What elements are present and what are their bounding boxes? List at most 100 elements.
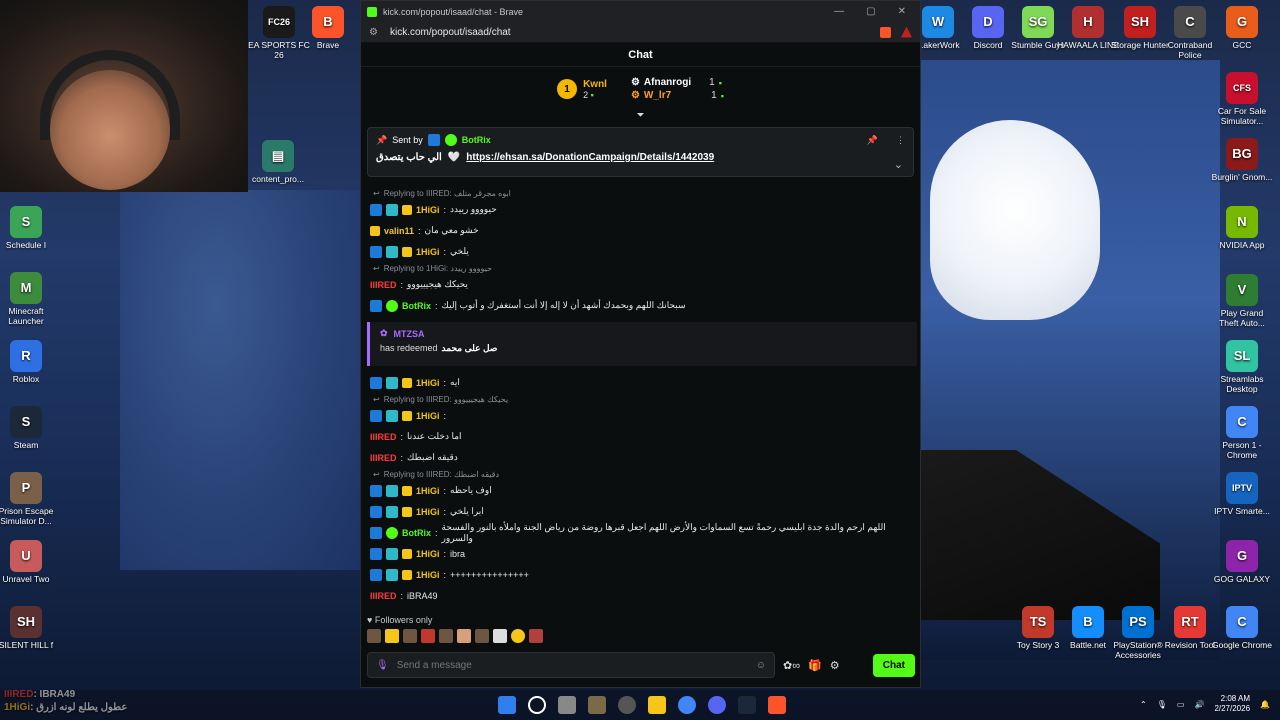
desktop-icon[interactable]: U Unravel Two [0, 540, 58, 584]
chat-message[interactable]: BotRix: اللهم ارحم والدة جدة ابليسي رحمةً… [367, 522, 917, 543]
chat-message[interactable]: IIIRED: iBRA49 [367, 585, 917, 606]
desktop-icon[interactable]: S Schedule I [0, 206, 58, 250]
gear-icon[interactable]: ⚙ [830, 659, 840, 672]
desktop-icon[interactable]: P Prison Escape Simulator D... [0, 472, 58, 526]
chat-username[interactable]: 1HiGi [416, 247, 440, 257]
brave-rewards-icon[interactable] [901, 26, 912, 38]
chat-message[interactable]: 1HiGi:عطول يطلع لونه ازرق [367, 606, 917, 609]
emote-icon[interactable] [403, 629, 417, 643]
brave-shields-icon[interactable] [880, 26, 891, 38]
chat-username[interactable]: 1HiGi [416, 411, 440, 421]
leaderboard-top[interactable]: 1 Kwnl 2 ▪ [557, 79, 607, 100]
chat-message[interactable]: 1HiGi: اوف ياحظه [367, 480, 917, 501]
chevron-up-icon[interactable]: ⌃ [1140, 700, 1147, 709]
desktop-icon[interactable]: S Steam [0, 406, 58, 450]
desktop-icon[interactable]: B Brave [296, 6, 360, 50]
emote-icon[interactable] [511, 629, 525, 643]
emote-icon[interactable] [439, 629, 453, 643]
network-icon[interactable]: ▭ [1177, 700, 1185, 709]
chat-username[interactable]: IIIRED [370, 453, 397, 463]
chat-message[interactable]: 1HiGi: ايه [367, 372, 917, 393]
pinned-username[interactable]: BotRix [462, 135, 491, 145]
desktop-icon[interactable]: C Google Chrome [1210, 606, 1274, 650]
chat-message[interactable]: 1HiGi: يلخي [367, 241, 917, 262]
steam-icon[interactable] [738, 696, 756, 714]
chat-message[interactable]: 1HiGi: حيوووو رييدد [367, 199, 917, 220]
minimize-icon[interactable]: — [834, 6, 844, 17]
expand-leaderboard-icon[interactable]: ⏷ [361, 111, 920, 121]
chat-messages[interactable]: ↩ Replying to IIIRED: ابوه مجرقر متلف 1HiG… [367, 187, 917, 609]
maximize-icon[interactable]: ▢ [866, 6, 875, 17]
reply-context[interactable]: ↩ Replying to IIIRED: يحيكك هيجيييووو [367, 393, 917, 405]
store-icon[interactable] [588, 696, 606, 714]
clock[interactable]: 2:08 AM 2/27/2026 [1214, 694, 1250, 714]
address-bar[interactable]: ⚙ kick.com/popout/isaad/chat [361, 22, 920, 43]
chrome-icon[interactable] [678, 696, 696, 714]
desktop-icon[interactable]: R Roblox [0, 340, 58, 384]
desktop-icon-content-pro[interactable]: ▤ content_pro... [246, 140, 310, 184]
more-options-icon[interactable]: ⋮ [896, 135, 905, 146]
chat-message[interactable]: 1HiGi: [367, 405, 917, 426]
chat-message[interactable]: valin11: خشو معي مان [367, 220, 917, 241]
chat-message[interactable]: IIIRED: يحيكك هيجيييووو [367, 274, 917, 295]
chat-username[interactable]: 1HiGi [416, 486, 440, 496]
chat-message[interactable]: 1HiGi: ibra [367, 543, 917, 564]
desktop-icon[interactable]: N NVIDIA App [1210, 206, 1274, 250]
close-icon[interactable]: ✕ [898, 6, 906, 17]
desktop-icon[interactable]: G GOG GALAXY [1210, 540, 1274, 584]
desktop-icon[interactable]: BG Burglin' Gnom... [1210, 138, 1274, 182]
notification-bell-icon[interactable]: 🔔 [1260, 700, 1270, 709]
chat-message[interactable]: IIIRED: اما دخلت عندنا [367, 426, 917, 447]
chat-username[interactable]: 1HiGi [416, 570, 440, 580]
reply-context[interactable]: ↩ Replying to IIIRED: دقيقه اضبطك [367, 468, 917, 480]
desktop-icon[interactable]: SH SILENT HILL f [0, 606, 58, 650]
leaderboard-others[interactable]: ⚙ Afnanrogi 1 ▪ ⚙ W_lr7 1 ▪ [631, 77, 724, 101]
emote-icon[interactable] [493, 629, 507, 643]
chat-username[interactable]: 1HiGi [416, 378, 440, 388]
redeem-username[interactable]: MTZSA [394, 329, 425, 339]
start-menu-icon[interactable] [498, 696, 516, 714]
emote-icon[interactable] [475, 629, 489, 643]
reply-context[interactable]: ↩ Replying to 1HiGi: حيوووو رييدد [367, 262, 917, 274]
chat-username[interactable]: BotRix [402, 301, 431, 311]
chat-username[interactable]: BotRix [402, 528, 431, 538]
emote-icon[interactable] [457, 629, 471, 643]
chevron-down-icon[interactable]: ⌄ [894, 158, 903, 171]
brave-icon[interactable] [768, 696, 786, 714]
emote-icon[interactable] [385, 629, 399, 643]
chat-message[interactable]: 1HiGi: ابرا يلخي [367, 501, 917, 522]
emote-icon[interactable] [421, 629, 435, 643]
chat-username[interactable]: IIIRED [370, 591, 397, 601]
pinned-link[interactable]: https://ehsan.sa/DonationCampaign/Detail… [466, 152, 714, 163]
desktop-icon[interactable]: SL Streamlabs Desktop [1210, 340, 1274, 394]
chat-username[interactable]: 1HiGi [416, 549, 440, 559]
message-input-box[interactable]: 🎙 ☺ [367, 652, 775, 678]
desktop-icon[interactable]: V Play Grand Theft Auto... [1210, 274, 1274, 328]
microphone-icon[interactable]: 🎙 [376, 660, 389, 671]
gift-icon[interactable]: 🎁 [808, 659, 822, 672]
desktop-icon[interactable]: C Person 1 - Chrome [1210, 406, 1274, 460]
task-view-icon[interactable] [558, 696, 576, 714]
discord-icon[interactable] [708, 696, 726, 714]
file-explorer-icon[interactable] [648, 696, 666, 714]
reply-context[interactable]: ↩ Replying to IIIRED: ابوه مجرقر متلف [367, 187, 917, 199]
volume-icon[interactable]: 🔊 [1194, 700, 1204, 709]
chat-username[interactable]: 1HiGi [416, 507, 440, 517]
search-icon[interactable] [528, 696, 546, 714]
app-icon[interactable] [618, 696, 636, 714]
channel-points-icon[interactable]: ✿∞ [783, 659, 800, 672]
send-chat-button[interactable]: Chat [872, 653, 915, 677]
emote-icon[interactable] [529, 629, 543, 643]
desktop-icon[interactable]: CFS Car For Sale Simulator... [1210, 72, 1274, 126]
unpin-icon[interactable]: 📌 [867, 135, 878, 146]
desktop-icon[interactable]: IPTV IPTV Smarte... [1210, 472, 1274, 516]
chat-username[interactable]: IIIRED [370, 280, 397, 290]
chat-message[interactable]: 1HiGi: +++++++++++++++ [367, 564, 917, 585]
chat-username[interactable]: 1HiGi [416, 205, 440, 215]
microphone-tray-icon[interactable]: 🎙 [1157, 700, 1167, 709]
desktop-icon[interactable]: M Minecraft Launcher [0, 272, 58, 326]
message-input[interactable] [396, 659, 748, 671]
chat-message[interactable]: IIIRED: دقيقه اضبطك [367, 447, 917, 468]
emoji-icon[interactable]: ☺ [756, 660, 766, 671]
emote-icon[interactable] [367, 629, 381, 643]
